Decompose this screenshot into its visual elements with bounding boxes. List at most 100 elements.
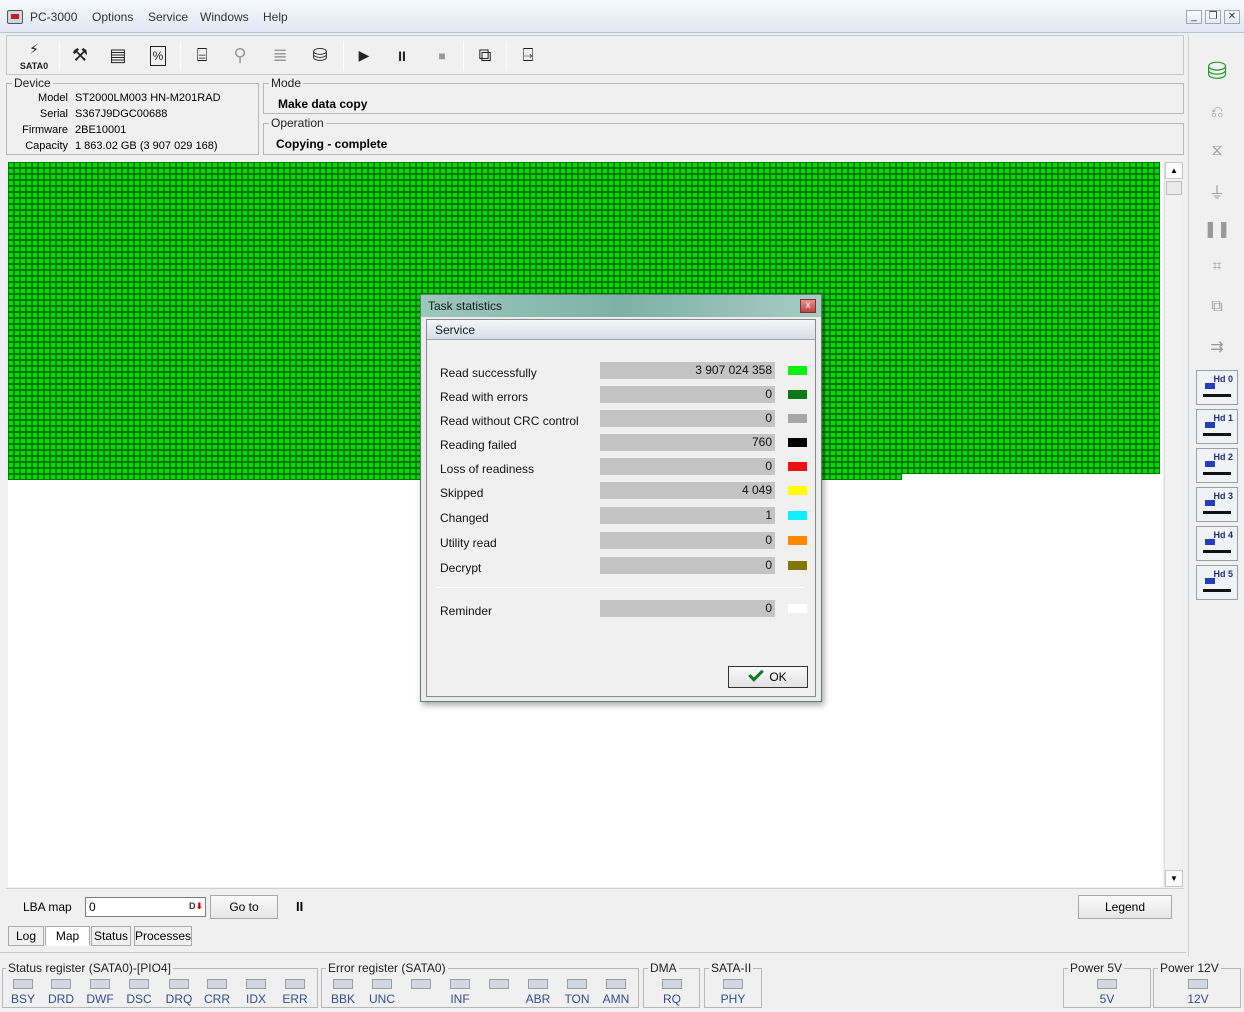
exit-button[interactable]: ⍈ xyxy=(511,39,545,72)
dec-hex-toggle-icon[interactable]: D⬇ xyxy=(189,901,203,912)
stat-value: 760 xyxy=(751,435,772,449)
exit-icon: ⍈ xyxy=(522,45,534,65)
restore-button[interactable]: ❐ xyxy=(1205,10,1221,24)
model-value: ST2000LM003 HN-M201RAD xyxy=(75,92,221,104)
layers-button[interactable]: ≣ xyxy=(263,39,297,72)
stat-value-box: 3 907 024 358 xyxy=(600,362,775,379)
hd-label-4: Hd 4 xyxy=(1213,530,1233,540)
legend-button[interactable]: Legend xyxy=(1078,895,1172,919)
tab-map[interactable]: Map xyxy=(45,926,90,946)
jumper-icon[interactable]: ⏚ xyxy=(1200,176,1234,206)
power-12v-title: Power 12V xyxy=(1158,961,1221,975)
dialog-close-button[interactable]: x xyxy=(800,299,816,313)
stat-value: 4 049 xyxy=(741,483,772,497)
close-button[interactable]: ✕ xyxy=(1224,10,1240,24)
tab-log[interactable]: Log xyxy=(8,926,44,946)
led-bit2 xyxy=(411,979,431,989)
stat-label: Loss of readiness xyxy=(440,462,535,476)
dialog-tab-service[interactable]: Service xyxy=(427,320,815,340)
plug-icon xyxy=(1203,539,1231,553)
id-button[interactable]: ▤ xyxy=(101,39,135,72)
plug-icon xyxy=(1203,383,1231,397)
map-pause-button[interactable]: II xyxy=(296,899,303,914)
menu-service[interactable]: Service xyxy=(148,10,188,24)
goto-button[interactable]: Go to xyxy=(210,895,278,919)
hd-label-2: Hd 2 xyxy=(1213,452,1233,462)
connect-icon[interactable]: ⌗ xyxy=(1200,252,1234,282)
reset-icon[interactable]: ⎌ xyxy=(1200,98,1234,128)
app-title: PC-3000 xyxy=(30,10,78,24)
dialog-title-bar[interactable]: Task statistics x xyxy=(421,295,821,317)
play-button[interactable]: ▶ xyxy=(347,39,381,72)
lba-input[interactable]: 0 D⬇ xyxy=(85,897,206,917)
error-register-title: Error register (SATA0) xyxy=(326,961,448,975)
copy-icon[interactable]: ⧉ xyxy=(1200,292,1234,322)
map-scrollbar[interactable]: ▲ ▼ xyxy=(1164,162,1183,887)
menu-help[interactable]: Help xyxy=(263,10,288,24)
tools-button[interactable]: ⚒ xyxy=(63,39,97,72)
reminder-color-swatch xyxy=(788,604,807,613)
search-button[interactable]: ⚲ xyxy=(223,39,257,72)
led-dsc xyxy=(129,979,149,989)
bit-dwf: DWF xyxy=(86,992,114,1006)
tree-icon: ⌸ xyxy=(196,45,208,65)
percent-icon: % xyxy=(149,45,167,66)
signal-icon[interactable]: ⧖ xyxy=(1200,136,1234,166)
menu-windows[interactable]: Windows xyxy=(200,10,249,24)
stat-color-swatch xyxy=(788,536,807,545)
tree-button[interactable]: ⌸ xyxy=(185,39,219,72)
led-drd xyxy=(51,979,71,989)
scroll-thumb[interactable] xyxy=(1166,181,1182,195)
stat-label: Decrypt xyxy=(440,561,482,575)
stat-color-swatch xyxy=(788,390,807,399)
tab-status[interactable]: Status xyxy=(91,926,131,946)
capacity-value: 1 863.02 GB (3 907 029 168) xyxy=(75,140,218,152)
drive-button[interactable]: ⛁ xyxy=(303,39,337,72)
operation-group-title: Operation xyxy=(269,116,326,130)
bit-inf: INF xyxy=(450,992,470,1006)
hd-slot-1[interactable]: Hd 1 xyxy=(1196,409,1238,444)
scroll-up-button[interactable]: ▲ xyxy=(1165,162,1183,179)
hd-slot-2[interactable]: Hd 2 xyxy=(1196,448,1238,483)
bit-err: ERR xyxy=(282,992,308,1006)
stat-label: Changed xyxy=(440,511,489,525)
led-err xyxy=(285,979,305,989)
stat-value: 0 xyxy=(765,387,772,401)
stat-color-swatch xyxy=(788,486,807,495)
hd-slot-5[interactable]: Hd 5 xyxy=(1196,565,1238,600)
cable-icon[interactable]: ⇉ xyxy=(1200,332,1234,362)
lba-input-value: 0 xyxy=(89,900,96,914)
tab-processes[interactable]: Processes xyxy=(134,926,192,946)
stat-color-swatch xyxy=(788,414,807,423)
led-5v xyxy=(1097,979,1117,989)
sata-port-button[interactable]: ⚡ SATA0 xyxy=(17,39,51,72)
led-dwf xyxy=(90,979,110,989)
minimize-button[interactable]: _ xyxy=(1186,10,1202,24)
led-amn xyxy=(606,979,626,989)
firmware-value: 2BE10001 xyxy=(75,124,127,136)
scroll-down-button[interactable]: ▼ xyxy=(1165,870,1183,887)
side-pause-icon[interactable]: ❚❚ xyxy=(1200,214,1234,244)
operation-group: Operation Copying - complete xyxy=(263,116,1184,155)
pause-button[interactable]: II xyxy=(385,39,419,72)
windows-button[interactable]: ⧉ xyxy=(468,39,502,72)
menu-options[interactable]: Options xyxy=(92,10,133,24)
bit-bsy: BSY xyxy=(10,992,35,1006)
percent-button[interactable]: % xyxy=(141,39,175,72)
drive-power-icon[interactable]: ⛁ xyxy=(1200,56,1234,86)
hd-label-5: Hd 5 xyxy=(1213,569,1233,579)
hd-slot-3[interactable]: Hd 3 xyxy=(1196,487,1238,522)
hd-slot-0[interactable]: Hd 0 xyxy=(1196,370,1238,405)
toolbar: ⚡ SATA0 ⚒ ▤ % ⌸ ⚲ ≣ ⛁ ▶ II ■ ⧉ ⍈ xyxy=(6,35,1184,75)
stop-button[interactable]: ■ xyxy=(425,39,459,72)
led-drq xyxy=(169,979,189,989)
toolbar-separator xyxy=(506,41,507,71)
ok-button[interactable]: OK xyxy=(728,666,808,688)
divider xyxy=(0,952,1186,953)
stat-value-box: 1 xyxy=(600,507,775,524)
hd-label-0: Hd 0 xyxy=(1213,374,1233,384)
stat-value-box: 0 xyxy=(600,458,775,475)
hd-slot-4[interactable]: Hd 4 xyxy=(1196,526,1238,561)
stat-label: Read with errors xyxy=(440,390,529,404)
stat-label: Skipped xyxy=(440,486,484,500)
